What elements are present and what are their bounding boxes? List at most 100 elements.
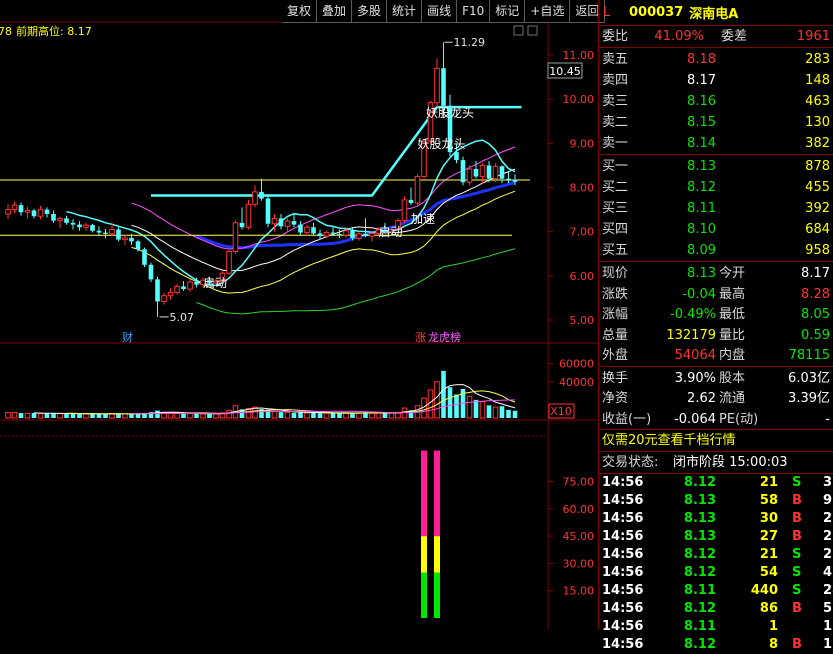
price-tick-label: 8.00 [570, 182, 595, 195]
stat-value: -0.49% [670, 307, 716, 322]
candle-body [343, 230, 349, 236]
bid-row-4[interactable]: 买四 8.10 684 [599, 219, 833, 240]
weibi-row: 委比 41.09% 委差 1961 [599, 26, 833, 47]
kline-chart-svg[interactable]: 78 前期高位: 8.17 11.00 10.00 9.00 8.00 7.00 6.00 5.… [0, 0, 598, 629]
candle-body [291, 221, 297, 225]
trade-side: S [792, 583, 802, 598]
trade-price: 8.13 [683, 493, 716, 508]
ask-volume: 148 [805, 73, 830, 88]
candle-body [194, 282, 199, 285]
trade-time: 14:56 [602, 475, 644, 490]
candle-body [70, 222, 76, 225]
toolbar-button[interactable]: +自选 [525, 0, 571, 23]
trade-time: 14:56 [602, 493, 644, 508]
volume-bar [122, 413, 128, 419]
fundamental-value: 2.62 [687, 391, 716, 406]
volume-bar [187, 412, 193, 419]
toolbar-button[interactable]: 多股 [352, 0, 388, 23]
trade-time: 14:56 [602, 637, 644, 652]
fundamental-label: 净资 [602, 391, 629, 406]
trade-count: 4 [823, 565, 833, 580]
trade-price: 8.12 [683, 601, 716, 616]
volume-bar [311, 412, 316, 418]
stat-label: 最高 [719, 286, 746, 302]
stat-value: 78115 [788, 348, 830, 363]
low-price-label: 5.07 [170, 311, 195, 324]
stat-row: 涨幅 -0.49% 最低 8.05 [599, 304, 833, 325]
ask-row-1[interactable]: 卖一 8.14 382 [599, 133, 833, 154]
candle-body [363, 233, 368, 237]
osc-bar-segment [434, 572, 440, 618]
volume-bar [116, 413, 121, 418]
indicator-label: 前期高位: 8.17 [16, 24, 92, 38]
bid-row-2[interactable]: 买二 8.12 455 [599, 177, 833, 198]
stock-code: 000037 [629, 5, 684, 20]
signal-label-start: 启动 [203, 276, 227, 290]
trade-count: 2 [823, 547, 833, 562]
candle-body [298, 224, 303, 233]
ask-label: 卖一 [602, 136, 629, 151]
tick-trade-row: 14:56 8.13 58 B 9 [599, 492, 833, 510]
toolbar-button[interactable]: F10 [457, 0, 491, 23]
tick-trade-row: 14:56 8.11 440 S 28 [599, 582, 833, 600]
tick-trade-row: 14:56 8.11 1 1 [599, 618, 833, 636]
candle-body [499, 166, 505, 179]
trade-count: 1 [823, 619, 833, 634]
price-tick-label: 10.00 [563, 93, 595, 106]
candle-body [103, 232, 108, 234]
toolbar-button[interactable]: 复权 [282, 0, 318, 23]
candle-body [323, 232, 330, 237]
candle-body [90, 225, 95, 231]
ask-price: 8.15 [687, 115, 716, 130]
weibi-value: 41.09% [654, 29, 704, 44]
candle-body [174, 285, 180, 294]
stat-value: 0.59 [801, 327, 830, 343]
bid-label: 买三 [602, 201, 629, 216]
signal-label-dragon: 妖股龙头 [418, 137, 466, 151]
volume-bar [291, 412, 297, 418]
ask-row-4[interactable]: 卖四 8.17 148 [599, 70, 833, 91]
chart-window-toggle [527, 25, 538, 36]
stat-label: 涨跌 [602, 286, 629, 302]
ask-row-5[interactable]: 卖五 8.18 283 [599, 49, 833, 70]
toolbar-button[interactable]: 画线 [422, 0, 458, 23]
stat-value: 8.05 [801, 307, 830, 322]
bid-row-5[interactable]: 买五 8.09 958 [599, 240, 833, 261]
quote-header: L 000037 深南电A [599, 0, 833, 26]
fundamental-value: 6.03亿 [788, 370, 830, 386]
trade-side: B [792, 511, 802, 526]
candle-body [44, 209, 50, 214]
candle-body [18, 205, 24, 213]
trade-status-label: 交易状态: [602, 455, 659, 470]
trade-volume: 86 [759, 601, 778, 616]
kline-chart-area[interactable]: 78 前期高位: 8.17 11.00 10.00 9.00 8.00 7.00 6.00 5.… [0, 0, 606, 629]
tick-trade-row: 14:56 8.12 8 B 1 [599, 636, 833, 654]
candle-body [284, 220, 291, 227]
stat-row: 现价 8.13 今开 8.17 [599, 263, 833, 284]
price-tick-label: 9.00 [570, 137, 595, 150]
ask-price: 8.18 [687, 52, 716, 67]
volume-bar [479, 401, 486, 419]
stat-value: 8.28 [801, 286, 830, 302]
bid-row-3[interactable]: 买三 8.11 392 [599, 198, 833, 219]
volume-bar [323, 412, 330, 419]
volume-bar [466, 395, 473, 419]
ask-row-2[interactable]: 卖二 8.15 130 [599, 112, 833, 133]
ask-row-3[interactable]: 卖三 8.16 463 [599, 91, 833, 112]
bid-row-1[interactable]: 买一 8.13 878 [599, 156, 833, 177]
trade-count: 2 [823, 529, 833, 544]
toolbar-button[interactable]: 叠加 [317, 0, 353, 23]
candle-body [454, 152, 459, 161]
stat-value: 132179 [666, 327, 716, 343]
candle-body [460, 160, 466, 183]
toolbar-button[interactable]: 统计 [387, 0, 423, 23]
volume-bar [24, 412, 31, 419]
fundamental-value: 3.39亿 [788, 391, 830, 406]
current-price-tag-label: 10.45 [549, 65, 581, 78]
trade-side: S [792, 547, 802, 562]
volume-bar [343, 412, 349, 419]
candle-body [512, 179, 518, 182]
ma-yellow-line [131, 190, 516, 294]
promo-link[interactable]: 仅需20元查看千档行情 [599, 430, 833, 451]
toolbar-button[interactable]: 标记 [490, 0, 526, 23]
